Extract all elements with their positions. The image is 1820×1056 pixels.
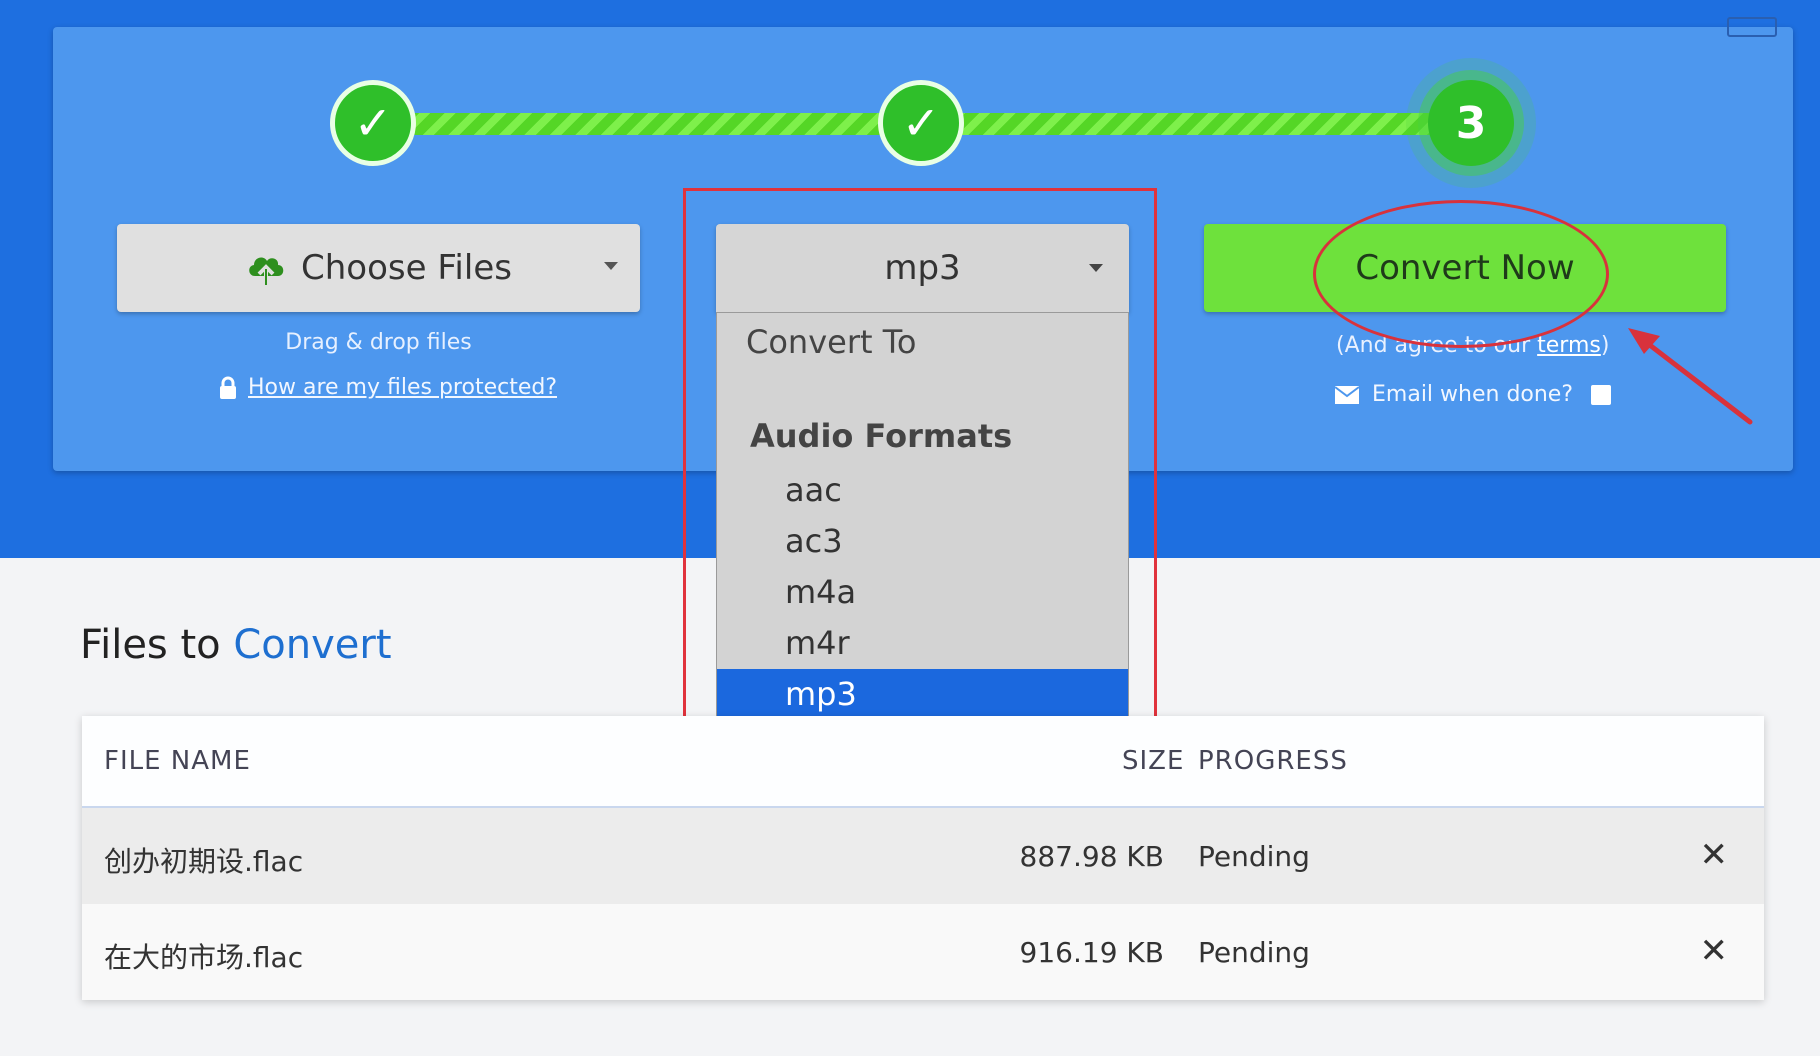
table-row: 创办初期设.flac 887.98 KB Pending ✕ xyxy=(82,808,1764,904)
files-title-part1: Files to xyxy=(80,622,234,668)
format-option-m4a[interactable]: m4a xyxy=(717,567,1128,618)
check-icon: ✓ xyxy=(353,96,393,150)
step-3-label: 3 xyxy=(1455,97,1487,149)
header-progress: PROGRESS xyxy=(1198,746,1348,776)
step-3-current: 3 xyxy=(1428,80,1514,166)
header-file-name: FILE NAME xyxy=(104,746,251,776)
cloud-upload-icon xyxy=(249,257,284,285)
file-size: 887.98 KB xyxy=(1019,840,1164,873)
terms-prefix: (And agree to our xyxy=(1336,333,1538,358)
email-label: Email when done? xyxy=(1372,382,1574,407)
terms-link[interactable]: terms xyxy=(1537,333,1601,358)
files-section-title: Files to Convert xyxy=(80,622,392,668)
corner-icon xyxy=(1727,17,1777,37)
drag-drop-text: Drag & drop files xyxy=(285,330,472,355)
table-row: 在大的市场.flac 916.19 KB Pending ✕ xyxy=(82,904,1764,1000)
file-name: 在大的市场.flac xyxy=(104,941,304,974)
files-protected-link[interactable]: How are my files protected? xyxy=(218,375,557,400)
header-size: SIZE xyxy=(1122,746,1185,776)
files-title-accent: Convert xyxy=(233,622,392,668)
file-progress: Pending xyxy=(1198,936,1310,969)
format-option-ac3[interactable]: ac3 xyxy=(717,516,1128,567)
convert-now-button[interactable]: Convert Now xyxy=(1204,224,1726,312)
chevron-down-icon[interactable] xyxy=(604,262,618,270)
convert-now-label: Convert Now xyxy=(1355,248,1575,288)
close-icon[interactable]: ✕ xyxy=(1700,838,1729,872)
email-checkbox[interactable] xyxy=(1591,384,1612,405)
format-option-aac[interactable]: aac xyxy=(717,465,1128,516)
dropdown-group-audio: Audio Formats xyxy=(750,417,1013,455)
lock-icon xyxy=(220,376,236,399)
terms-suffix: ) xyxy=(1600,333,1610,358)
step-2-complete: ✓ xyxy=(878,80,964,166)
choose-files-label: Choose Files xyxy=(301,248,512,288)
file-name: 创办初期设.flac xyxy=(104,845,304,878)
files-table: FILE NAME SIZE PROGRESS 创办初期设.flac 887.9… xyxy=(82,716,1764,1000)
format-option-m4r[interactable]: m4r xyxy=(717,618,1128,669)
email-when-done: Email when done? xyxy=(1334,382,1612,407)
format-select[interactable]: mp3 xyxy=(716,224,1129,312)
close-icon[interactable]: ✕ xyxy=(1700,934,1729,968)
format-select-value: mp3 xyxy=(884,248,961,288)
check-icon: ✓ xyxy=(901,96,941,150)
step-1-complete: ✓ xyxy=(330,80,416,166)
table-header: FILE NAME SIZE PROGRESS xyxy=(82,716,1764,808)
file-progress: Pending xyxy=(1198,840,1310,873)
files-protected-label: How are my files protected? xyxy=(248,375,558,400)
format-option-mp3[interactable]: mp3 xyxy=(717,669,1128,720)
dropdown-header: Convert To xyxy=(746,323,917,361)
chevron-down-icon[interactable] xyxy=(1089,264,1103,272)
choose-files-button[interactable]: Choose Files xyxy=(117,224,640,312)
mail-icon xyxy=(1334,385,1360,404)
file-size: 916.19 KB xyxy=(1019,936,1164,969)
terms-text: (And agree to our terms) xyxy=(1336,333,1609,358)
